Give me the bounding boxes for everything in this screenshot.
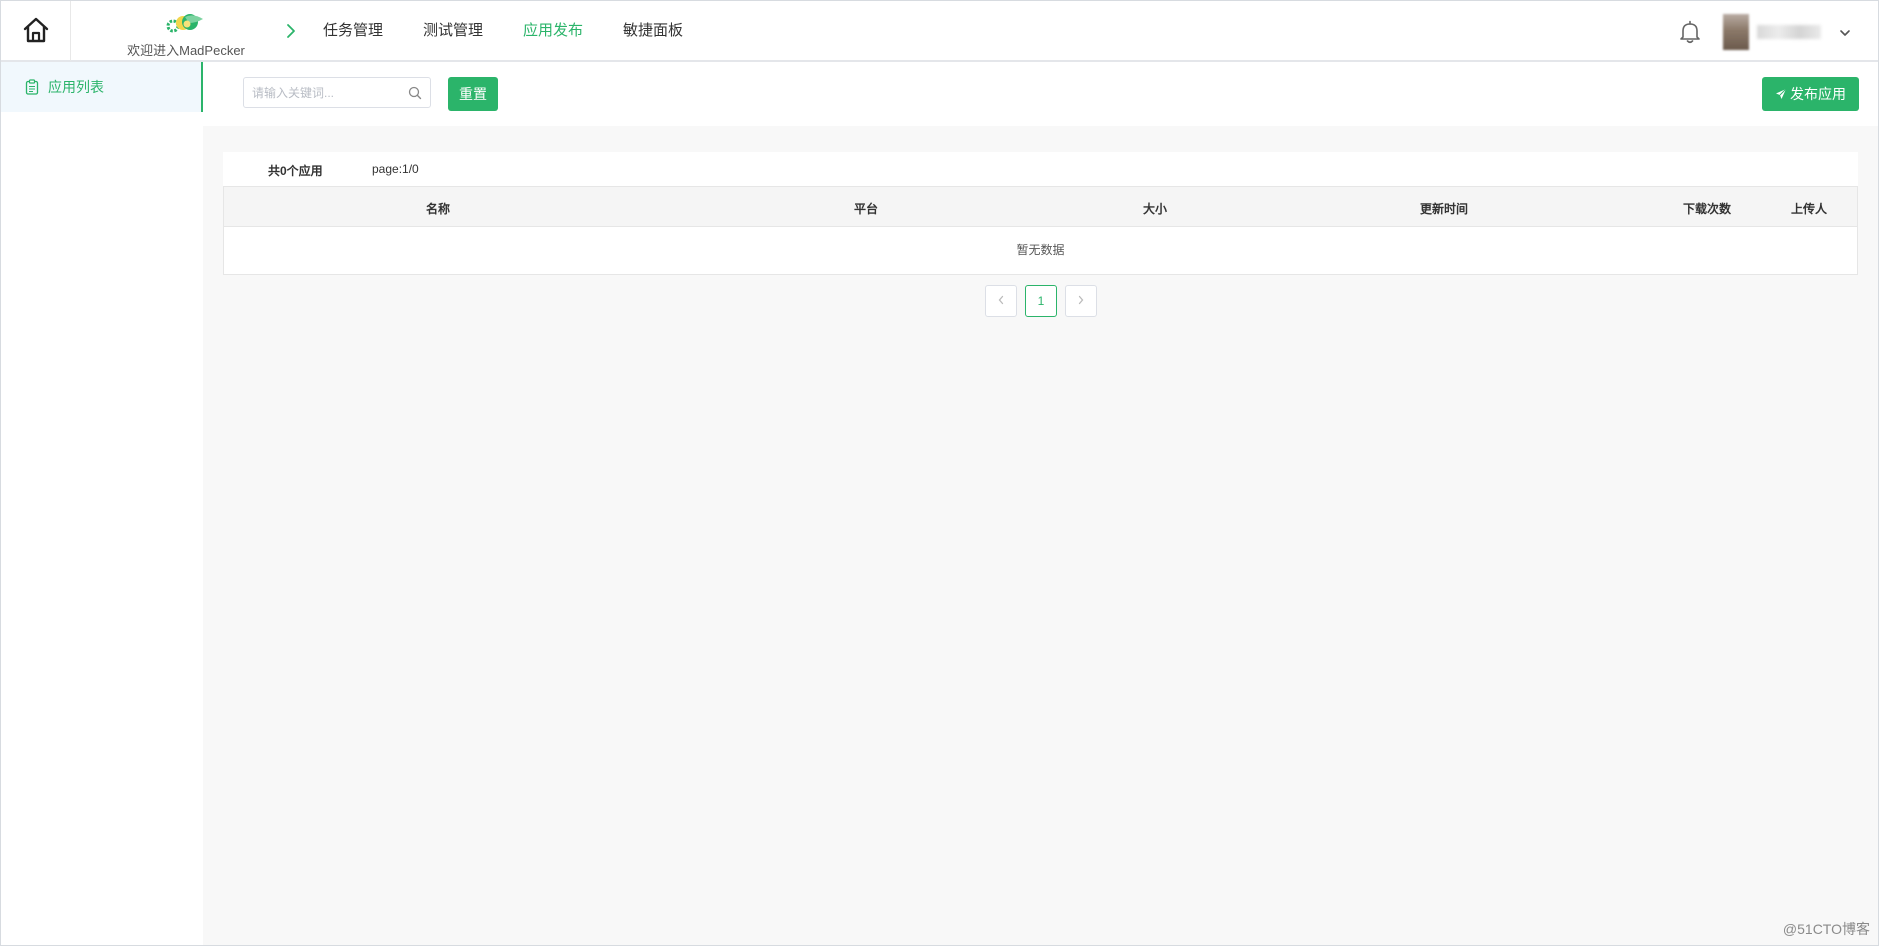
bell-icon[interactable] (1679, 20, 1701, 47)
list-summary: 共0个应用 page:1/0 (223, 152, 1858, 186)
publish-app-label: 发布应用 (1790, 86, 1846, 102)
publish-app-button[interactable]: 发布应用 (1762, 77, 1859, 111)
nav-test-management[interactable]: 测试管理 (403, 1, 503, 62)
page-button-current[interactable]: 1 (1025, 285, 1057, 317)
brand-logo: 欢迎进入MadPecker (121, 11, 251, 59)
empty-state-text: 暂无数据 (1016, 243, 1065, 257)
sidebar-item-app-list[interactable]: 应用列表 (1, 62, 203, 112)
search-box (243, 77, 431, 108)
chevron-down-icon[interactable] (1839, 24, 1851, 40)
avatar (1723, 14, 1749, 50)
nav-task-management[interactable]: 任务管理 (303, 1, 403, 62)
sidebar-item-label: 应用列表 (48, 79, 104, 95)
user-name-blurred (1757, 25, 1821, 39)
table-header: 名称 平台 大小 更新时间 下载次数 上传人 (224, 187, 1857, 227)
home-icon (22, 16, 50, 47)
app-table: 名称 平台 大小 更新时间 下载次数 上传人 暂无数据 (223, 186, 1858, 275)
column-header-uploader[interactable]: 上传人 (1791, 200, 1827, 217)
chevron-left-icon (997, 294, 1005, 308)
logo-icon (121, 11, 251, 40)
top-bar: 欢迎进入MadPecker 任务管理 测试管理 应用发布 敏捷面板 (1, 1, 1878, 64)
reset-button[interactable]: 重置 (448, 77, 498, 111)
send-icon (1775, 88, 1787, 100)
clipboard-icon (25, 79, 39, 95)
search-icon[interactable] (408, 86, 422, 103)
app-window: 欢迎进入MadPecker 任务管理 测试管理 应用发布 敏捷面板 应用列表 请… (0, 0, 1879, 946)
watermark: @51CTO博客 (1782, 921, 1870, 937)
search-input[interactable] (244, 78, 402, 107)
main-content: 重置 发布应用 共0个应用 page:1/0 名称 平台 大小 更新时间 (203, 62, 1878, 945)
column-header-updated-time[interactable]: 更新时间 (1420, 200, 1468, 217)
column-header-platform[interactable]: 平台 (854, 200, 878, 217)
sidebar: 应用列表 (1, 62, 203, 945)
app-count: 共0个应用 (268, 164, 323, 178)
column-header-downloads[interactable]: 下载次数 (1683, 200, 1731, 217)
toolbar: 重置 发布应用 (203, 62, 1878, 126)
column-header-size[interactable]: 大小 (1143, 200, 1167, 217)
prev-page-button[interactable] (985, 285, 1017, 317)
top-nav: 任务管理 测试管理 应用发布 敏捷面板 (303, 1, 703, 64)
pagination: 1 (985, 285, 1105, 317)
column-header-name[interactable]: 名称 (426, 200, 450, 217)
welcome-text: 欢迎进入MadPecker (127, 43, 245, 58)
home-button[interactable] (1, 1, 71, 61)
chevron-right-icon (285, 22, 297, 43)
page-indicator: page:1/0 (372, 162, 419, 176)
next-page-button[interactable] (1065, 285, 1097, 317)
nav-app-release[interactable]: 应用发布 (503, 1, 604, 64)
user-menu[interactable] (1723, 13, 1857, 51)
nav-agile-board[interactable]: 敏捷面板 (603, 1, 703, 62)
chevron-right-icon (1077, 294, 1085, 308)
